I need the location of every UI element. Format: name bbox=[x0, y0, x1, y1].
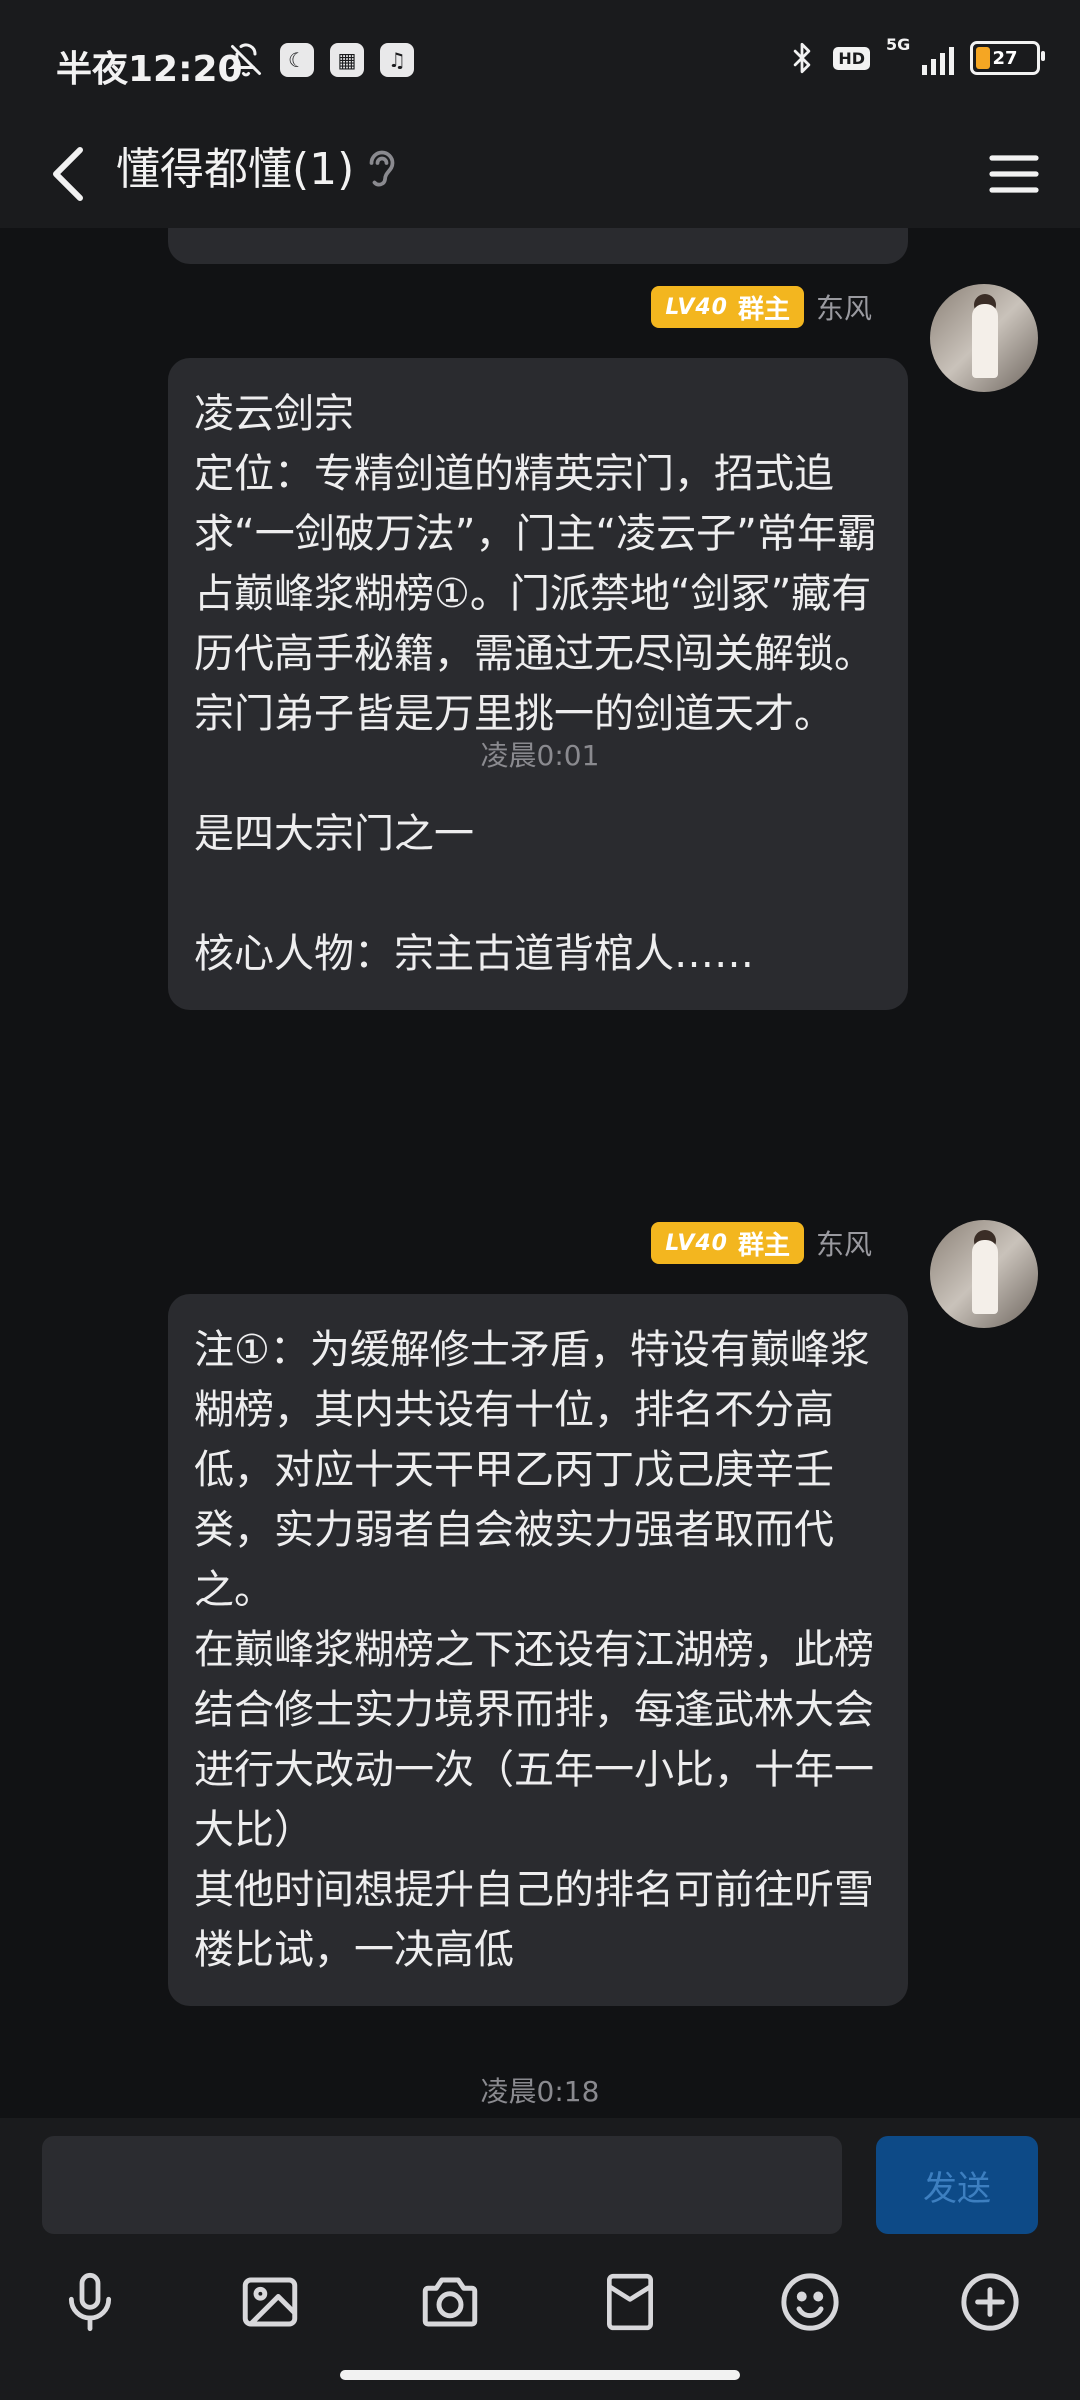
message-bubble[interactable]: 注①：为缓解修士矛盾，特设有巅峰浆糊榜，其内共设有十位，排名不分高低，对应十天干… bbox=[168, 1294, 908, 2006]
battery-fill bbox=[976, 47, 990, 69]
microphone-icon bbox=[68, 2272, 112, 2332]
chevron-left-icon bbox=[53, 147, 83, 201]
voice-button[interactable] bbox=[54, 2266, 126, 2338]
message-list[interactable]: LV40 群主 东风 凌云剑宗 定位：专精剑道的精英宗门，招式追求“一剑破万法”… bbox=[0, 228, 1080, 2118]
avatar[interactable] bbox=[930, 284, 1038, 392]
menu-button[interactable] bbox=[984, 144, 1044, 204]
chat-title[interactable]: 懂得都懂(1) bbox=[116, 138, 354, 202]
notification-icons: ☾ ▦ ♫ bbox=[228, 42, 414, 78]
previous-message-bubble[interactable] bbox=[168, 228, 908, 264]
network-type: 5G bbox=[886, 35, 911, 54]
status-time: 半夜12:20 bbox=[56, 49, 243, 90]
emoji-icon bbox=[781, 2273, 839, 2331]
message-timestamp: 凌晨0:18 bbox=[480, 2075, 600, 2108]
more-button[interactable] bbox=[954, 2266, 1026, 2338]
bell-off-icon bbox=[228, 43, 261, 77]
status-right: HD 5G 27 bbox=[787, 35, 1045, 76]
battery-level: 27 bbox=[992, 47, 1018, 69]
input-toolbar bbox=[0, 2236, 1080, 2400]
hamburger-menu-icon bbox=[989, 155, 1039, 193]
battery-icon: 27 bbox=[970, 41, 1045, 75]
back-button[interactable] bbox=[36, 142, 100, 206]
message-timestamp: 凌晨0:01 bbox=[480, 739, 600, 772]
avatar[interactable] bbox=[930, 1220, 1038, 1328]
camera-button[interactable] bbox=[414, 2266, 486, 2338]
bluetooth-icon bbox=[794, 42, 811, 74]
plus-icon bbox=[961, 2273, 1019, 2331]
message-bubble[interactable]: 凌云剑宗 定位：专精剑道的精英宗门，招式追求“一剑破万法”，门主“凌云子”常年霸… bbox=[168, 358, 908, 1010]
red-envelope-icon bbox=[607, 2273, 653, 2331]
message-input[interactable] bbox=[42, 2136, 842, 2234]
input-bar: 发送 bbox=[0, 2118, 1080, 2236]
image-icon bbox=[242, 2277, 298, 2327]
app-notification-icon: ☾ bbox=[280, 43, 314, 77]
sender-name[interactable]: 东风 bbox=[816, 287, 872, 327]
red-envelope-button[interactable] bbox=[594, 2266, 666, 2338]
status-bar: 半夜12:20 ☾ ▦ ♫ HD 5G 27 bbox=[0, 0, 1080, 120]
signal-indicator: 5G bbox=[886, 35, 954, 75]
home-indicator[interactable] bbox=[340, 2370, 740, 2380]
hd-icon: HD bbox=[833, 46, 870, 70]
music-notification-icon: ♫ bbox=[380, 43, 414, 77]
chat-header: 懂得都懂(1) bbox=[0, 120, 1080, 228]
image-button[interactable] bbox=[234, 2266, 306, 2338]
calendar-notification-icon: ▦ bbox=[330, 43, 364, 77]
earpiece-mode-icon[interactable] bbox=[364, 142, 400, 206]
chat-screen: 半夜12:20 ☾ ▦ ♫ HD 5G 27 懂得都懂(1) LV40 群主 东… bbox=[0, 0, 1080, 2400]
message-meta: LV40 群主 东风 bbox=[651, 1222, 872, 1264]
sender-name[interactable]: 东风 bbox=[816, 1223, 872, 1263]
message-meta: LV40 群主 东风 bbox=[651, 286, 872, 328]
level-badge: LV40 群主 bbox=[651, 286, 804, 328]
camera-icon bbox=[422, 2277, 478, 2327]
emoji-button[interactable] bbox=[774, 2266, 846, 2338]
send-button[interactable]: 发送 bbox=[876, 2136, 1038, 2234]
level-badge: LV40 群主 bbox=[651, 1222, 804, 1264]
